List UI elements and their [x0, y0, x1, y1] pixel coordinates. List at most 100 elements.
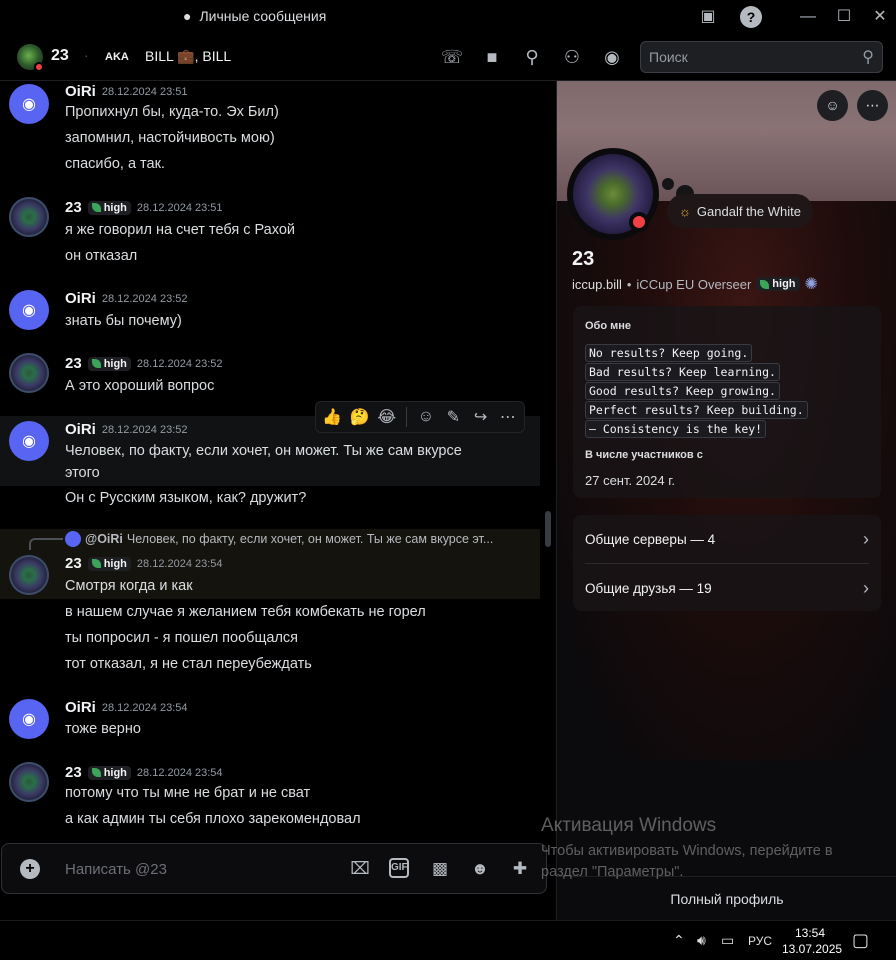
windows-activation-watermark: Активация Windows Чтобы активировать Win… [541, 815, 833, 880]
avatar[interactable] [9, 555, 49, 595]
avatar[interactable]: ◉ [9, 421, 49, 461]
add-attachment-button[interactable]: + [20, 859, 40, 879]
discord-logo-icon: ◉ [22, 302, 36, 319]
discord-logo-icon: ● [183, 8, 192, 24]
user-profile-panel: ☺ ⋯ ☼ Gandalf the White 23 iccup.bill • … [556, 81, 896, 920]
add-friend-icon[interactable]: ☺ [817, 90, 848, 121]
avatar[interactable] [9, 762, 49, 802]
avatar[interactable] [9, 197, 49, 237]
message-group: ◉ OiRi 28.12.2024 23:51 Пропихнул бы, куд… [0, 81, 540, 181]
discord-logo-icon: ◉ [22, 96, 36, 113]
message-text: Пропихнул бы, куда-то. Эх Бил) [65, 104, 279, 120]
search-icon: ⚲ [862, 49, 874, 66]
discord-logo-icon [65, 531, 81, 547]
notifications-icon[interactable]: ▢ [852, 930, 869, 951]
message-text: тот отказал, я не стал переубеждать [65, 656, 312, 672]
badge-icon[interactable]: ✺ [805, 274, 818, 294]
message-text: запомнил, настойчивость мою) [65, 130, 275, 146]
user-profile-toggle-icon[interactable]: ◉ [600, 45, 624, 69]
dm-username[interactable]: 23 [51, 47, 69, 65]
profile-username[interactable]: iccup.bill [572, 277, 622, 292]
message-text: этого [65, 465, 100, 481]
avatar[interactable]: ◉ [9, 290, 49, 330]
reply-spine [29, 538, 63, 550]
message-input[interactable] [65, 858, 325, 880]
minimize-button[interactable]: — [797, 6, 819, 28]
edit-icon[interactable]: ✎ [441, 407, 465, 427]
chat-scrollbar[interactable] [545, 511, 551, 547]
message-author: 23 high 28.12.2024 23:51 [65, 199, 223, 216]
show-hidden-icons-icon[interactable]: ⌃ [673, 932, 685, 949]
maximize-button[interactable]: ☐ [833, 6, 855, 28]
message-text: Смотря когда и как [65, 578, 193, 594]
pin-icon[interactable]: ⚲ [520, 45, 544, 69]
message-group: ◉ OiRi 28.12.2024 23:52 знать бы почему) [0, 288, 540, 338]
volume-icon[interactable]: 🔊︎ [697, 932, 706, 949]
status-dnd-indicator [34, 62, 44, 72]
aka-nicknames: BILL 💼, BILL [145, 48, 232, 64]
message-timestamp: 28.12.2024 23:54 [136, 766, 223, 779]
search-bar[interactable]: ⚲ [640, 41, 883, 73]
gif-icon[interactable]: GIF [389, 858, 409, 878]
clan-tag-badge[interactable]: high [87, 200, 131, 215]
discord-logo-icon: ◉ [22, 433, 36, 450]
activities-icon[interactable]: ✚ [509, 858, 531, 880]
chevron-right-icon: › [863, 528, 869, 549]
about-line: Bad results? Keep learning. [585, 363, 780, 381]
clan-tag-badge[interactable]: high [87, 765, 131, 780]
toolbar-divider [405, 407, 407, 427]
reply-reference[interactable]: @OiRi Человек, по факту, если хочет, он … [65, 531, 493, 547]
message-author: OiRi 28.12.2024 23:51 [65, 83, 188, 100]
video-call-icon[interactable]: ■ [480, 45, 504, 69]
search-input[interactable] [649, 49, 839, 65]
mutual-servers-row[interactable]: Общие серверы — 4 › [585, 527, 869, 551]
laughing-reaction-button[interactable]: 😂 [375, 407, 399, 427]
clan-tag-badge[interactable]: high [87, 356, 131, 371]
dm-header: 23 · AKA BILL 💼, BILL ☏ ■ ⚲ ⚇ ◉ ⚲ [0, 33, 896, 81]
inbox-icon[interactable]: ▣ [697, 6, 719, 28]
window-title: ● Личные сообщения [183, 8, 327, 24]
message-actions-toolbar: 👍 🤔 😂 ☺ ✎ ↪ ⋯ [315, 401, 525, 433]
more-options-icon[interactable]: ⋯ [857, 90, 888, 121]
system-clock[interactable]: 13:54 13.07.2025 [782, 925, 842, 957]
emoji-icon[interactable]: ☻ [469, 858, 491, 880]
thinking-reaction-button[interactable]: 🤔 [347, 407, 371, 427]
message-text: я же говорил на счет тебя с Рахой [65, 222, 295, 238]
about-line: Good results? Keep growing. [585, 382, 780, 400]
about-line: No results? Keep going. [585, 344, 753, 362]
help-icon[interactable]: ? [740, 6, 762, 28]
network-icon[interactable]: ▭ [721, 932, 734, 949]
title-bar: ● Личные сообщения ▣ ? — ☐ ✕ [0, 0, 896, 33]
message-text: знать бы почему) [65, 313, 182, 329]
sticker-icon[interactable]: ▩ [429, 858, 451, 880]
message-group: @OiRi Человек, по факту, если хочет, он … [0, 529, 540, 599]
message-text: спасибо, а так. [65, 156, 165, 172]
leaf-icon [760, 279, 770, 289]
avatar[interactable]: ◉ [9, 84, 49, 124]
add-friend-icon[interactable]: ⚇ [560, 45, 584, 69]
add-reaction-icon[interactable]: ☺ [414, 408, 438, 426]
windows-taskbar: ⌃ 🔊︎ ▭ РУС 13:54 13.07.2025 ▢ [0, 920, 896, 960]
gift-icon[interactable]: ⌧ [349, 858, 371, 880]
thumbs-up-reaction-button[interactable]: 👍 [320, 407, 344, 427]
mutual-friends-row[interactable]: Общие друзья — 19 › [585, 576, 869, 600]
message-group: 23 high 28.12.2024 23:51 я же говорил на с… [0, 197, 540, 267]
message-author: 23 high 28.12.2024 23:54 [65, 555, 223, 572]
close-button[interactable]: ✕ [869, 6, 891, 28]
clan-tag-badge[interactable]: high [87, 556, 131, 571]
about-line: Perfect results? Keep building. [585, 401, 808, 419]
message-list: ◉ OiRi 28.12.2024 23:51 Пропихнул бы, куд… [0, 81, 556, 841]
clan-tag-badge[interactable]: high [756, 277, 800, 291]
message-timestamp: 28.12.2024 23:51 [136, 201, 223, 214]
avatar[interactable] [9, 353, 49, 393]
voice-call-icon[interactable]: ☏ [440, 45, 464, 69]
leaf-icon [91, 203, 101, 212]
message-text: Он с Русским языком, как? дружит? [65, 490, 307, 506]
more-options-icon[interactable]: ⋯ [496, 407, 520, 427]
message-text: А это хороший вопрос [65, 378, 215, 394]
forward-icon[interactable]: ↪ [468, 407, 492, 427]
avatar[interactable]: ◉ [9, 699, 49, 739]
language-indicator[interactable]: РУС [748, 934, 772, 948]
custom-status[interactable]: ☼ Gandalf the White [667, 194, 813, 228]
subtitle-dot: • [626, 276, 632, 292]
